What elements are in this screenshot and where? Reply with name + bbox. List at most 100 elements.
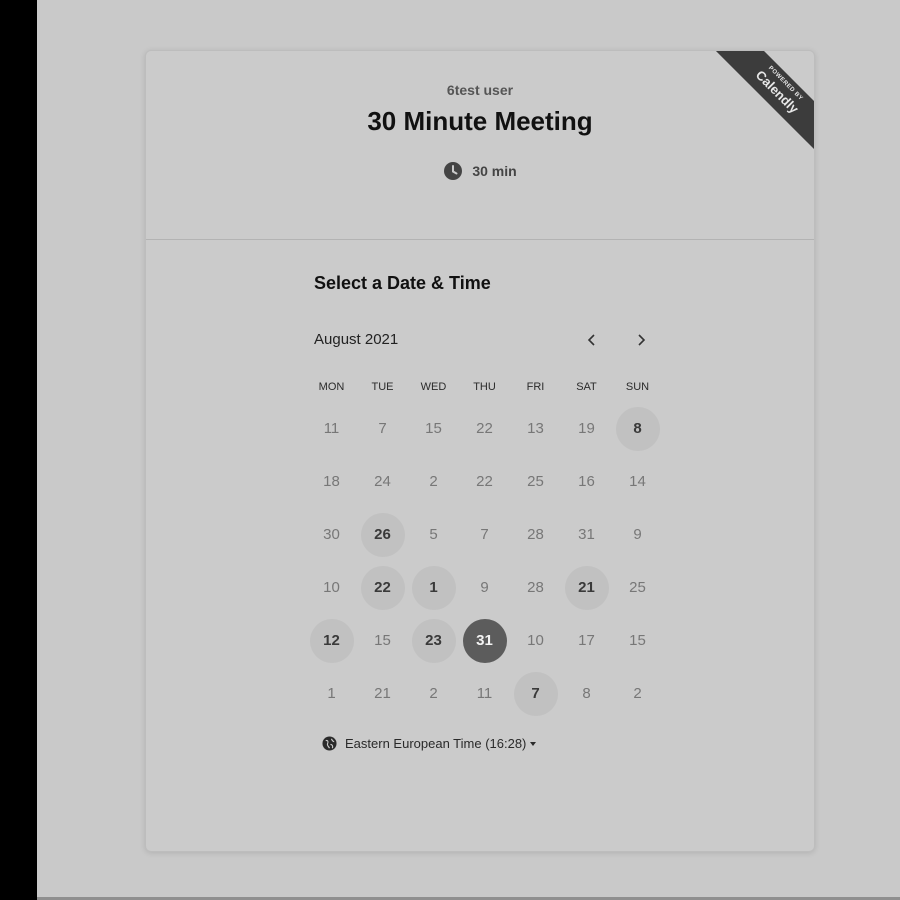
prev-month-button[interactable] <box>579 327 605 353</box>
day-unavailable: 30 <box>323 526 340 543</box>
calendar-cell: 10 <box>306 561 357 614</box>
day-unavailable: 15 <box>374 632 391 649</box>
caret-down-icon <box>530 741 537 746</box>
calendar-cell: 16 <box>561 455 612 508</box>
calendar-cell: 23 <box>408 614 459 667</box>
calendar-cell: 5 <box>408 508 459 561</box>
timezone-label: Eastern European Time (16:28) <box>345 736 527 751</box>
calendar-cell: 30 <box>306 508 357 561</box>
day-unavailable: 28 <box>527 526 544 543</box>
calendar-cell: 10 <box>510 614 561 667</box>
day-unavailable: 31 <box>578 526 595 543</box>
weekday-fri: FRI <box>526 381 545 393</box>
day-unavailable: 22 <box>476 420 493 437</box>
day-available[interactable]: 7 <box>513 671 558 716</box>
day-unavailable: 25 <box>527 473 544 490</box>
calendar-cell: 11 <box>459 667 510 720</box>
calendar-cell: 7 <box>510 667 561 720</box>
calendar-cell: 8 <box>561 667 612 720</box>
calendar-cell: 7 <box>357 402 408 455</box>
calendar-cell: 31 <box>561 508 612 561</box>
weekday-mon: MON <box>318 381 345 393</box>
chevron-left-icon <box>587 334 595 346</box>
calendar-cell: 15 <box>408 402 459 455</box>
day-unavailable: 7 <box>378 420 387 437</box>
calendar-cell: 26 <box>357 508 408 561</box>
section-title: Select a Date & Time <box>314 273 491 293</box>
day-available[interactable]: 22 <box>360 565 405 610</box>
event-header: 6test user 30 Minute Meeting 30 min <box>146 51 814 240</box>
calendar-cell: 31 <box>459 614 510 667</box>
next-month-button[interactable] <box>628 327 654 353</box>
day-available[interactable]: 23 <box>411 618 456 663</box>
clock-icon <box>444 162 463 180</box>
day-unavailable: 5 <box>429 526 438 543</box>
day-available[interactable]: 1 <box>411 565 456 610</box>
calendar-cell: 1 <box>306 667 357 720</box>
calendar-cell: 9 <box>459 561 510 614</box>
timezone-selector[interactable]: Eastern European Time (16:28) <box>322 736 537 751</box>
calendar-cell: 24 <box>357 455 408 508</box>
day-unavailable: 16 <box>578 473 595 490</box>
day-unavailable: 10 <box>323 579 340 596</box>
day-unavailable: 2 <box>429 685 438 702</box>
day-unavailable: 11 <box>476 685 493 702</box>
weekday-thu: THU <box>473 381 496 393</box>
day-available[interactable]: 12 <box>309 618 354 663</box>
day-unavailable: 2 <box>633 685 642 702</box>
calendar-cell: 28 <box>510 508 561 561</box>
day-unavailable: 19 <box>578 420 595 437</box>
calendar-cell: 14 <box>612 455 663 508</box>
calendar-cell: 18 <box>306 455 357 508</box>
calendar-cell: 22 <box>459 402 510 455</box>
calendar-grid: 11 7 15 22 13 19 8 18 24 2 22 25 16 14 30 26 5 7 28 31 9 10 22… <box>306 402 663 720</box>
day-unavailable: 17 <box>578 632 595 649</box>
day-unavailable: 13 <box>527 420 544 437</box>
chevron-right-icon <box>638 334 646 346</box>
globe-icon <box>322 736 337 751</box>
calendar-cell: 21 <box>357 667 408 720</box>
event-duration: 30 min <box>146 161 814 181</box>
weekday-tue: TUE <box>371 381 394 393</box>
day-unavailable: 21 <box>374 685 391 702</box>
calendar-cell: 8 <box>612 402 663 455</box>
calendar-cell: 11 <box>306 402 357 455</box>
day-unavailable: 15 <box>425 420 442 437</box>
day-unavailable: 24 <box>374 473 391 490</box>
day-unavailable: 15 <box>629 632 646 649</box>
calendar-cell: 7 <box>459 508 510 561</box>
weekday-sat: SAT <box>576 381 597 393</box>
calendar-cell: 19 <box>561 402 612 455</box>
day-unavailable: 25 <box>629 579 646 596</box>
day-unavailable: 7 <box>480 526 489 543</box>
day-unavailable: 10 <box>527 632 544 649</box>
day-unavailable: 9 <box>633 526 642 543</box>
weekday-sun: SUN <box>625 381 650 393</box>
calendar-cell: 2 <box>408 455 459 508</box>
day-unavailable: 9 <box>480 579 489 596</box>
calendar-cell: 28 <box>510 561 561 614</box>
calendar-cell: 25 <box>510 455 561 508</box>
weekday-wed: WED <box>420 381 447 393</box>
calendar-cell: 13 <box>510 402 561 455</box>
event-owner: 6test user <box>446 82 514 98</box>
day-unavailable: 1 <box>327 685 336 702</box>
day-available[interactable]: 26 <box>360 512 405 557</box>
day-unavailable: 2 <box>429 473 438 490</box>
day-available[interactable]: 8 <box>615 406 660 451</box>
day-unavailable: 11 <box>323 420 340 437</box>
calendar-cell: 2 <box>408 667 459 720</box>
day-unavailable: 8 <box>582 685 591 702</box>
month-label: August 2021 <box>314 331 399 348</box>
calendar-cell: 2 <box>612 667 663 720</box>
calendar-cell: 9 <box>612 508 663 561</box>
calendar-cell: 22 <box>357 561 408 614</box>
calendar-cell: 21 <box>561 561 612 614</box>
event-title: 30 Minute Meeting <box>367 106 593 136</box>
day-unavailable: 14 <box>629 473 646 490</box>
calendar-cell: 1 <box>408 561 459 614</box>
day-selected[interactable]: 31 <box>462 618 507 663</box>
day-unavailable: 22 <box>476 473 493 490</box>
duration-label: 30 min <box>472 163 517 179</box>
day-available[interactable]: 21 <box>564 565 609 610</box>
